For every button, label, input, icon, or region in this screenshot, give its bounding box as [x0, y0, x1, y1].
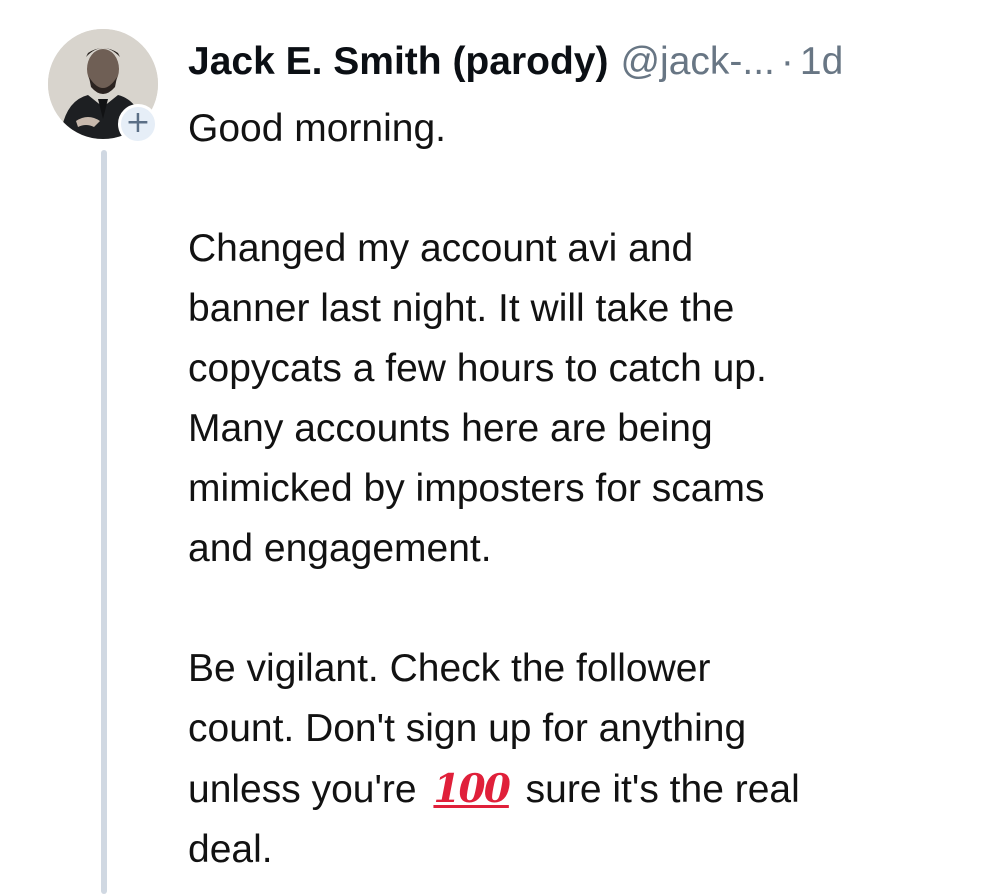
post-paragraph: Changed my account avi and banner last n…	[188, 227, 767, 570]
author-handle[interactable]: @jack-...	[620, 40, 774, 83]
post-header: Jack E. Smith (parody) @jack-... · 1d	[188, 34, 843, 90]
follow-button[interactable]: +	[118, 104, 158, 144]
post-timestamp[interactable]: 1d	[800, 40, 843, 83]
author-display-name[interactable]: Jack E. Smith (parody)	[188, 40, 608, 83]
post-body: Good morning. Changed my account avi and…	[188, 99, 968, 880]
post-paragraph: Good morning.	[188, 107, 446, 150]
thread-line	[101, 150, 107, 894]
plus-icon: +	[125, 105, 151, 140]
meta-separator: ·	[780, 40, 794, 83]
hundred-points-emoji: 100	[433, 766, 510, 812]
post-paragraph: Be vigilant. Check the follower count. D…	[188, 639, 968, 880]
post: + Jack E. Smith (parody) @jack-... · 1d Goo…	[0, 0, 1000, 894]
